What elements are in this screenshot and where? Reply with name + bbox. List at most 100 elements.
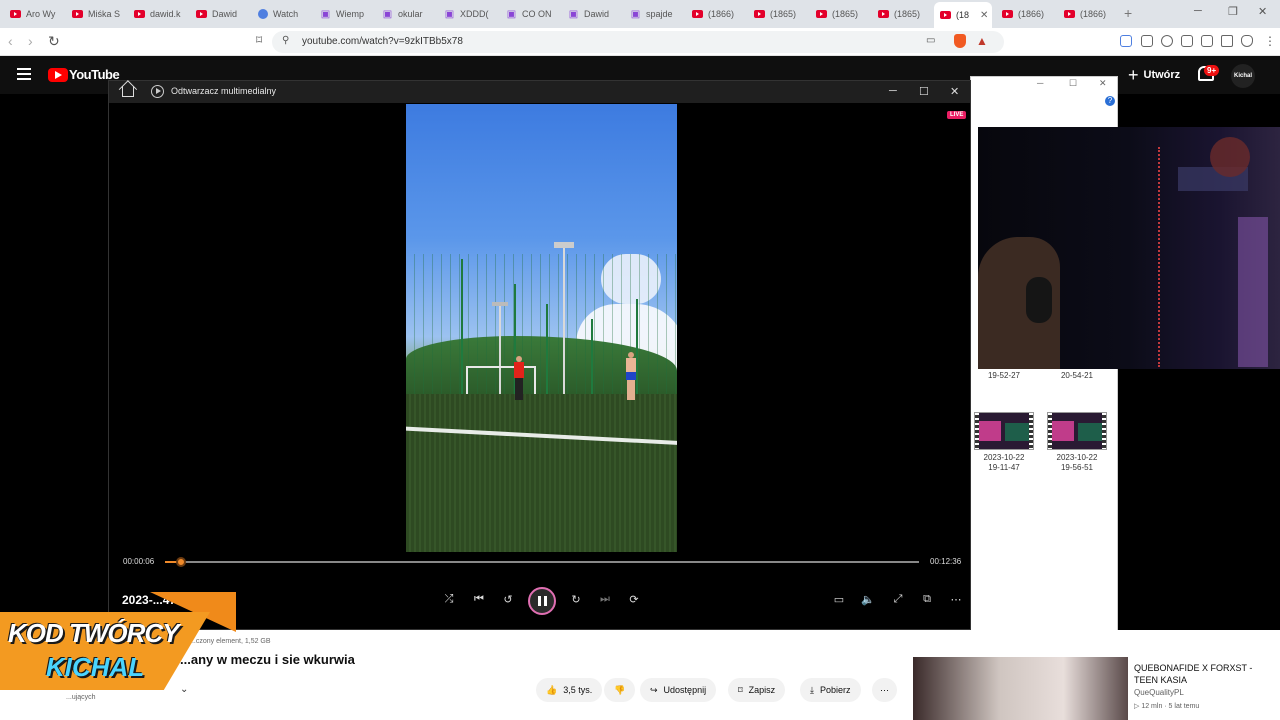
browser-tab[interactable]: ▣ CO ON (500, 4, 558, 24)
pause-button[interactable] (528, 587, 556, 615)
cast-icon[interactable]: ▭ (926, 35, 935, 46)
save-button[interactable]: ⌑ Zapisz (728, 678, 786, 702)
file-name[interactable]: 2023-10-22 19-56-51 (1040, 453, 1114, 473)
browser-tab[interactable]: (1865) (810, 4, 868, 24)
fullscreen-icon[interactable]: ⤢ (890, 593, 906, 606)
seek-bar-thumb[interactable] (176, 557, 187, 567)
browser-tab[interactable]: (1865) (748, 4, 806, 24)
floodlight (554, 242, 574, 248)
like-button[interactable]: 👍 3,5 tys. (536, 678, 603, 702)
wallet-icon[interactable] (1201, 35, 1213, 47)
subtitles-icon[interactable]: ▭ (831, 593, 847, 606)
browser-tab-label: (1865) (894, 9, 921, 19)
explorer-close-icon[interactable]: ✕ (1099, 78, 1107, 89)
more-actions-button[interactable]: ⋯ (872, 678, 897, 702)
youtube-logo-icon[interactable] (48, 68, 68, 82)
url-text: youtube.com/watch?v=9zkITBb5x78 (302, 36, 463, 47)
brave-rewards-icon[interactable]: ▲ (976, 34, 988, 48)
player-close-icon[interactable]: ✕ (950, 85, 959, 98)
fence-post (591, 319, 593, 399)
explorer-minimize-icon[interactable]: ─ (1037, 78, 1043, 88)
file-name[interactable]: 20-54-21 (1040, 371, 1114, 381)
address-bar[interactable]: ⚲ youtube.com/watch?v=9zkITBb5x78 ▭ ▲ (272, 31, 1004, 53)
forward-icon[interactable]: › (28, 33, 33, 49)
home-icon[interactable] (122, 86, 134, 97)
browser-tab[interactable]: (1866) (686, 4, 744, 24)
player-minimize-icon[interactable]: ─ (889, 85, 897, 97)
leo-ai-icon[interactable] (1221, 35, 1233, 47)
site-info-icon[interactable]: ⚲ (282, 35, 289, 46)
brave-shield-icon[interactable] (954, 34, 966, 48)
download-button[interactable]: ⤓ Pobierz (800, 678, 861, 702)
browser-tab[interactable]: Dawid (190, 4, 248, 24)
recommended-video-title[interactable]: QUEBONAFIDE X FORXST - TEEN KASIA (1134, 662, 1254, 686)
player-maximize-icon[interactable]: ☐ (919, 85, 929, 98)
file-name[interactable]: 2023-10-22 19-11-47 (967, 453, 1041, 473)
bookmark-icon[interactable]: ⌑ (256, 33, 262, 47)
menu-icon[interactable] (17, 68, 31, 80)
browser-tab[interactable]: ▣ okular (376, 4, 434, 24)
explorer-maximize-icon[interactable]: ☐ (1069, 78, 1077, 89)
bookmark-save-icon: ⌑ (738, 684, 743, 695)
help-icon[interactable]: ? (1105, 96, 1115, 106)
video-frame[interactable] (406, 104, 677, 552)
video-file-thumbnail[interactable] (1047, 412, 1107, 450)
avatar[interactable]: Kichal (1231, 64, 1255, 88)
twitch-favicon-icon: ▣ (506, 8, 517, 20)
browser-tab[interactable]: (1865) (872, 4, 930, 24)
sidebar-icon[interactable] (1181, 35, 1193, 47)
browser-tab-label: (1866) (1080, 9, 1107, 19)
browser-tab[interactable]: (1866) (996, 4, 1054, 24)
translate-extension-icon[interactable] (1120, 35, 1132, 47)
twitch-favicon-icon: ▣ (444, 8, 455, 20)
browser-tab[interactable]: ▣ Dawid (562, 4, 620, 24)
reload-icon[interactable]: ↻ (48, 33, 60, 50)
browser-tab[interactable]: ▣ XDDD( (438, 4, 496, 24)
browser-menu-icon[interactable]: ⋮ (1264, 34, 1276, 48)
new-tab-button[interactable]: + (1124, 5, 1132, 21)
share-button[interactable]: ↪ Udostępnij (640, 678, 717, 702)
browser-tab-label: (1865) (770, 9, 797, 19)
browser-tab[interactable]: (18 ✕ (934, 2, 992, 28)
browser-tab[interactable]: dawid.k (128, 4, 186, 24)
vpn-shield-icon[interactable] (1241, 35, 1253, 47)
maximize-browser-icon[interactable]: ❐ (1228, 5, 1238, 18)
browser-tab[interactable]: ▣ Wiemp (314, 4, 372, 24)
browser-tab[interactable]: ▣ spajde (624, 4, 682, 24)
recommended-video-thumbnail[interactable] (913, 657, 1128, 720)
download-label: Pobierz (819, 685, 851, 695)
file-name[interactable]: 19-52-27 (967, 371, 1041, 381)
previous-icon[interactable]: ⏮ (471, 593, 487, 606)
banner-line-2: KICHAL (46, 652, 145, 682)
webcam-overlay (978, 127, 1280, 369)
youtube-favicon-icon (196, 10, 207, 18)
music-extension-icon[interactable] (1161, 35, 1173, 47)
video-file-thumbnail[interactable] (974, 412, 1034, 450)
browser-tab[interactable]: Miśka S (66, 4, 124, 24)
next-icon[interactable]: ⏭ (597, 593, 613, 606)
youtube-favicon-icon (10, 10, 21, 18)
seek-bar[interactable] (165, 557, 919, 567)
skip-back-10-icon[interactable]: ↺ (500, 593, 516, 606)
more-options-icon[interactable]: ⋯ (948, 593, 964, 606)
close-tab-icon[interactable]: ✕ (980, 10, 988, 21)
browser-tab[interactable]: Watch (252, 4, 310, 24)
skip-forward-30-icon[interactable]: ↻ (568, 593, 584, 606)
back-icon[interactable]: ‹ (8, 33, 13, 49)
volume-icon[interactable]: 🔈 (860, 593, 876, 606)
browser-tab[interactable]: Aro Wy (4, 4, 62, 24)
create-button[interactable]: + Utwórz (1122, 62, 1186, 88)
browser-tab[interactable]: (1866) (1058, 4, 1116, 24)
browser-tab-label: (1866) (1018, 9, 1045, 19)
media-player-window: Odtwarzacz multimedialny ─ ☐ ✕ LIVE 00:0… (108, 80, 971, 630)
minimize-browser-icon[interactable]: ─ (1194, 5, 1202, 17)
repeat-off-icon[interactable]: ⟳ (626, 593, 642, 606)
banner-line-1: KOD TWÓRCY (8, 618, 180, 648)
extension-puzzle-icon[interactable] (1141, 35, 1153, 47)
recommended-video-channel[interactable]: QueQualityPL (1134, 688, 1184, 697)
shuffle-icon[interactable]: ⤮ (441, 593, 457, 606)
mini-player-icon[interactable]: ⧉ (919, 593, 935, 606)
close-browser-icon[interactable]: ✕ (1258, 5, 1267, 18)
player-title: Odtwarzacz multimedialny (171, 86, 277, 96)
dislike-button[interactable]: 👎 (604, 678, 636, 702)
